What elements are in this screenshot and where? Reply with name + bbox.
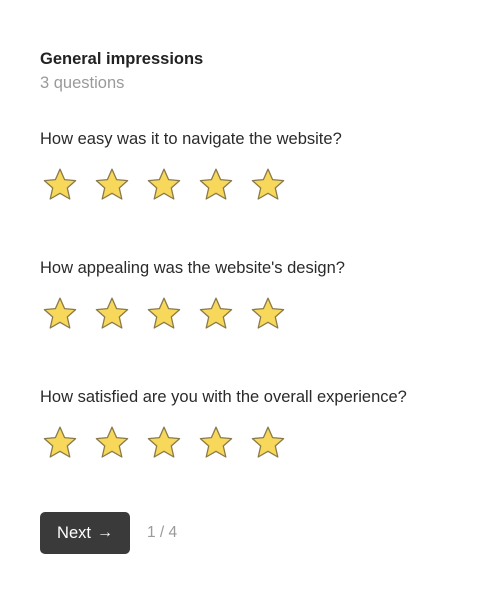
star-icon[interactable] — [41, 424, 79, 462]
star-icon[interactable] — [197, 424, 235, 462]
star-icon[interactable] — [197, 295, 235, 333]
page-indicator: 1 / 4 — [147, 524, 178, 541]
star-icon[interactable] — [41, 295, 79, 333]
star-icon[interactable] — [145, 424, 183, 462]
question-1: How easy was it to navigate the website? — [40, 128, 480, 204]
star-icon[interactable] — [93, 424, 131, 462]
question-2: How appealing was the website's design? — [40, 257, 480, 333]
next-button[interactable]: Next → — [40, 512, 130, 554]
star-rating — [41, 424, 480, 462]
star-icon[interactable] — [197, 166, 235, 204]
survey-footer: Next → 1 / 4 — [40, 512, 177, 554]
question-3: How satisfied are you with the overall e… — [40, 386, 480, 462]
question-text: How appealing was the website's design? — [40, 259, 345, 277]
star-rating — [41, 166, 480, 204]
star-icon[interactable] — [145, 295, 183, 333]
arrow-right-icon: → — [96, 524, 113, 541]
star-icon[interactable] — [249, 424, 287, 462]
star-icon[interactable] — [249, 166, 287, 204]
star-rating — [41, 295, 480, 333]
star-icon[interactable] — [41, 166, 79, 204]
section-title: General impressions — [40, 50, 204, 68]
survey-form: General impressions 3 questions How easy… — [40, 48, 480, 458]
question-count: 3 questions — [40, 74, 125, 92]
star-icon[interactable] — [145, 166, 183, 204]
question-text: How satisfied are you with the overall e… — [40, 388, 407, 406]
next-label: Next — [57, 523, 91, 542]
star-icon[interactable] — [249, 295, 287, 333]
star-icon[interactable] — [93, 166, 131, 204]
star-icon[interactable] — [93, 295, 131, 333]
question-text: How easy was it to navigate the website? — [40, 130, 342, 148]
